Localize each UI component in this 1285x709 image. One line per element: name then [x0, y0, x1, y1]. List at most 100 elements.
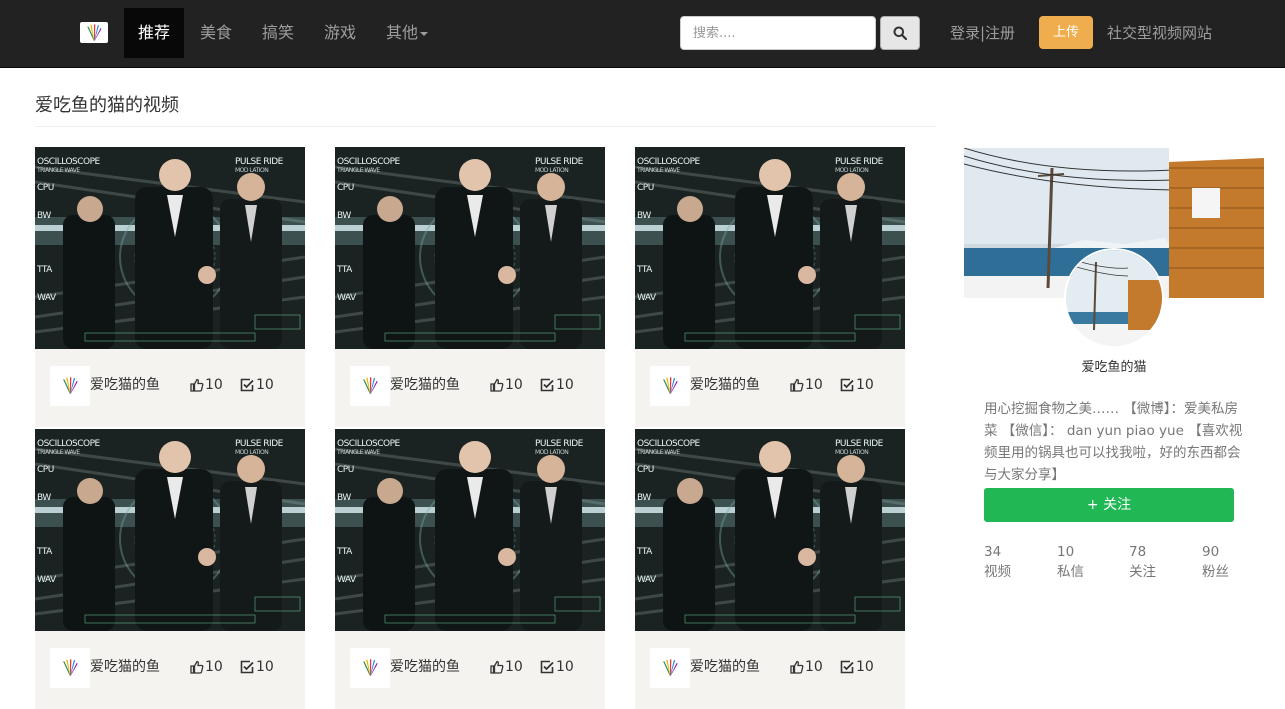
video-card[interactable]: OSCILLOSCOPE TRIANGLE WAVE PULSE RIDE MOD L… [635, 147, 905, 427]
video-card[interactable]: OSCILLOSCOPE TRIANGLE WAVE PULSE RIDE MOD L… [35, 429, 305, 709]
video-card[interactable]: OSCILLOSCOPE TRIANGLE WAVE PULSE RIDE MOD L… [635, 429, 905, 709]
stat-label: 关注 [1129, 564, 1156, 580]
thumbnail-hud-text: TTA [37, 265, 52, 275]
thumbnail-hud-text: WAV [37, 575, 56, 585]
author-name[interactable]: 爱吃猫的鱼 [90, 375, 160, 395]
thumbnail-hud-text: TTA [337, 265, 352, 275]
check-square-icon [240, 660, 254, 674]
nav-item-food[interactable]: 美食 [186, 8, 246, 58]
profile-name[interactable]: 爱吃鱼的猫 [964, 358, 1264, 378]
author-name[interactable]: 爱吃猫的鱼 [390, 375, 460, 395]
thumbs-up-icon [190, 660, 204, 674]
thumbnail-hud-text: PULSE RIDE [535, 439, 583, 449]
likes-count[interactable]: 10 [790, 657, 823, 677]
video-thumbnail[interactable]: OSCILLOSCOPE TRIANGLE WAVE PULSE RIDE MOD L… [35, 429, 305, 631]
thumbnail-hud-text: OSCILLOSCOPE [637, 439, 700, 449]
thumbnail-hud-text: CPU [37, 183, 54, 193]
thumbnail-hud-text: TTA [637, 265, 652, 275]
author-avatar[interactable] [350, 648, 390, 688]
comments-count[interactable]: 10 [540, 657, 574, 677]
likes-count[interactable]: 10 [490, 657, 523, 677]
check-square-icon [540, 660, 554, 674]
site-logo[interactable] [80, 22, 108, 43]
thumbnail-hud-text: TTA [637, 547, 652, 557]
video-card-meta: 爱吃猫的鱼 10 10 [335, 631, 605, 709]
thumbnail-hud-text: WAV [637, 575, 656, 585]
likes-count[interactable]: 10 [190, 657, 223, 677]
thumbnail-hud-text: MOD LATION [235, 167, 269, 174]
check-square-icon [840, 378, 854, 392]
video-card-meta: 爱吃猫的鱼 10 10 [335, 349, 605, 427]
author-avatar[interactable] [50, 648, 90, 688]
nav-item-label: 游戏 [324, 23, 357, 42]
thumbs-up-icon [190, 378, 204, 392]
likes-count[interactable]: 10 [490, 375, 523, 395]
video-thumbnail-image [35, 147, 305, 349]
video-thumbnail[interactable]: OSCILLOSCOPE TRIANGLE WAVE PULSE RIDE MOD L… [335, 429, 605, 631]
nav-item-other-dropdown[interactable]: 其他 [372, 8, 442, 58]
likes-count[interactable]: 10 [190, 375, 223, 395]
video-thumbnail[interactable]: OSCILLOSCOPE TRIANGLE WAVE PULSE RIDE MOD L… [635, 147, 905, 349]
profile-avatar[interactable] [1064, 248, 1164, 348]
video-card[interactable]: OSCILLOSCOPE TRIANGLE WAVE PULSE RIDE MOD L… [335, 147, 605, 427]
check-square-icon [840, 660, 854, 674]
login-register-link[interactable]: 登录|注册 [950, 20, 1015, 46]
comments-value: 10 [256, 377, 274, 393]
stat-followers[interactable]: 90 粉丝 [1202, 542, 1262, 582]
thumbs-up-icon [490, 378, 504, 392]
video-card[interactable]: OSCILLOSCOPE TRIANGLE WAVE PULSE RIDE MOD L… [335, 429, 605, 709]
author-name[interactable]: 爱吃猫的鱼 [690, 375, 760, 395]
nav-item-games[interactable]: 游戏 [310, 8, 370, 58]
comments-value: 10 [856, 377, 874, 393]
nav-item-label: 美食 [200, 23, 233, 42]
comments-value: 10 [556, 377, 574, 393]
author-name[interactable]: 爱吃猫的鱼 [390, 657, 460, 677]
nav-item-recommend[interactable]: 推荐 [124, 8, 185, 58]
thumbnail-hud-text: TRIANGLE WAVE [37, 449, 80, 456]
thumbnail-hud-text: BW [637, 493, 651, 503]
author-avatar[interactable] [650, 366, 690, 406]
comments-count[interactable]: 10 [240, 657, 274, 677]
stat-label: 私信 [1057, 564, 1084, 580]
thumbnail-hud-text: BW [37, 211, 51, 221]
search-button[interactable] [880, 16, 920, 50]
profile-bio: 用心挖掘食物之美…… 【微博】：爱美私房菜 【微信】： dan yun piao… [984, 401, 1243, 483]
stat-following[interactable]: 78 关注 [1129, 542, 1189, 582]
author-name[interactable]: 爱吃猫的鱼 [690, 657, 760, 677]
video-thumbnail-image [635, 429, 905, 631]
thumbnail-hud-text: CPU [337, 183, 354, 193]
video-thumbnail-image [335, 147, 605, 349]
video-card-meta: 爱吃猫的鱼 10 10 [635, 631, 905, 709]
video-thumbnail-image [35, 429, 305, 631]
nav-item-label: 推荐 [138, 23, 171, 42]
video-thumbnail[interactable]: OSCILLOSCOPE TRIANGLE WAVE PULSE RIDE MOD L… [635, 429, 905, 631]
video-card[interactable]: OSCILLOSCOPE TRIANGLE WAVE PULSE RIDE MOD L… [35, 147, 305, 427]
likes-count[interactable]: 10 [790, 375, 823, 395]
video-thumbnail[interactable]: OSCILLOSCOPE TRIANGLE WAVE PULSE RIDE MOD L… [35, 147, 305, 349]
thumbnail-hud-text: TRIANGLE WAVE [337, 167, 380, 174]
search-icon [893, 26, 907, 40]
comments-count[interactable]: 10 [540, 375, 574, 395]
logo-icon [359, 376, 381, 396]
nav-item-funny[interactable]: 搞笑 [248, 8, 308, 58]
comments-count[interactable]: 10 [840, 375, 874, 395]
logo-icon [659, 658, 681, 678]
upload-button[interactable]: 上传 [1039, 16, 1093, 49]
site-name-link[interactable]: 社交型视频网站 [1107, 20, 1212, 46]
follow-button[interactable]: + 关注 [984, 488, 1234, 522]
comments-count[interactable]: 10 [840, 657, 874, 677]
search-input[interactable] [680, 16, 876, 50]
stat-videos[interactable]: 34 视频 [984, 542, 1044, 582]
stat-value: 34 [984, 544, 1002, 560]
author-name[interactable]: 爱吃猫的鱼 [90, 657, 160, 677]
author-avatar[interactable] [650, 648, 690, 688]
author-avatar[interactable] [50, 366, 90, 406]
stat-messages[interactable]: 10 私信 [1057, 542, 1117, 582]
thumbnail-hud-text: PULSE RIDE [835, 157, 883, 167]
author-avatar[interactable] [350, 366, 390, 406]
thumbnail-hud-text: TTA [337, 547, 352, 557]
caret-down-icon [420, 31, 429, 36]
comments-count[interactable]: 10 [240, 375, 274, 395]
video-thumbnail[interactable]: OSCILLOSCOPE TRIANGLE WAVE PULSE RIDE MOD L… [335, 147, 605, 349]
thumbnail-hud-text: TRIANGLE WAVE [337, 449, 380, 456]
